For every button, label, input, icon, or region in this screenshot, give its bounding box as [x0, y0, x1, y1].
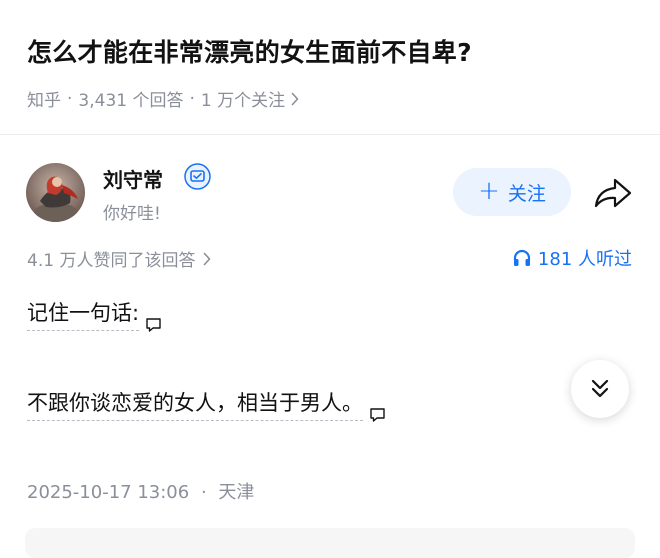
bottom-card — [25, 528, 635, 558]
listen-button[interactable]: 181 人听过 — [512, 245, 632, 271]
headphones-icon — [513, 249, 531, 266]
answer-paragraph[interactable]: 记住一句话: — [27, 300, 162, 333]
separator-dot: · — [189, 88, 195, 109]
answer-paragraph[interactable]: 不跟你谈恋爱的女人，相当于男人。 — [27, 390, 386, 423]
follower-count: 1 万个关注 — [200, 91, 286, 111]
author-name[interactable]: 刘守常 — [103, 164, 163, 193]
paragraph-text: 记住一句话: — [27, 300, 140, 331]
avatar[interactable] — [26, 163, 85, 222]
listen-count: 181 人听过 — [537, 249, 632, 270]
follow-button[interactable]: + 关注 — [453, 168, 571, 216]
section-divider — [0, 134, 660, 135]
verified-badge-icon — [184, 163, 211, 190]
double-chevron-down-icon — [591, 379, 609, 398]
post-location: 天津 — [218, 482, 255, 503]
chevron-right-icon — [204, 252, 211, 265]
scroll-down-button[interactable] — [571, 360, 629, 418]
question-title[interactable]: 怎么才能在非常漂亮的女生面前不自卑? — [27, 36, 472, 70]
separator-dot: · — [200, 482, 207, 503]
share-icon[interactable] — [593, 176, 633, 210]
chevron-right-icon — [291, 92, 299, 105]
answer-count: 3,431 个回答 — [78, 91, 184, 111]
source-label: 知乎 — [27, 91, 61, 111]
comment-icon[interactable] — [369, 407, 386, 423]
paragraph-text: 不跟你谈恋爱的女人，相当于男人。 — [27, 390, 363, 421]
post-meta: 2025-10-17 13:06 · 天津 — [27, 478, 254, 504]
upvote-summary[interactable]: 4.1 万人赞同了该回答 — [27, 246, 211, 271]
post-date: 2025-10-17 13:06 — [27, 482, 190, 503]
author-bio: 你好哇! — [103, 204, 161, 224]
upvote-count: 4.1 万人赞同了该回答 — [27, 251, 196, 271]
follow-label: 关注 — [507, 182, 546, 205]
separator-dot: · — [67, 88, 73, 109]
question-meta[interactable]: 知乎 · 3,431 个回答 · 1 万个关注 — [27, 86, 299, 111]
plus-icon: + — [478, 175, 500, 206]
comment-icon[interactable] — [145, 317, 162, 333]
